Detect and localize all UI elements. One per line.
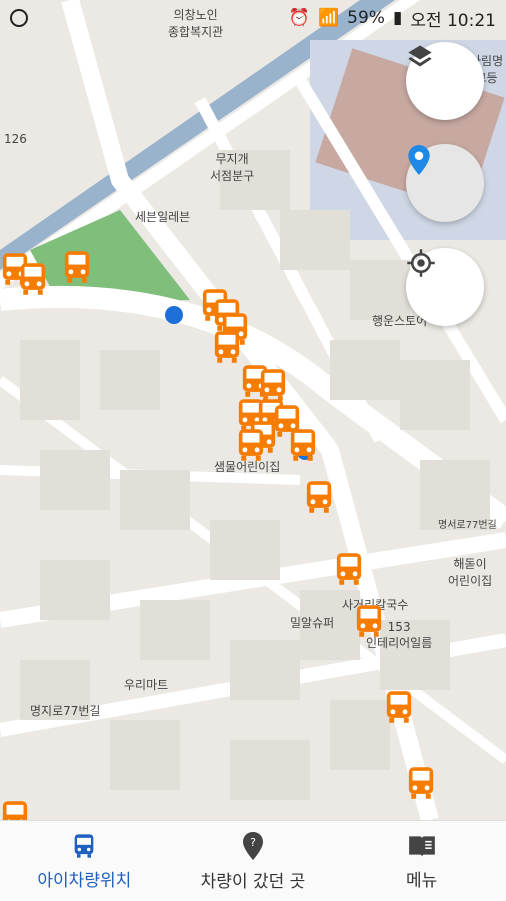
bus-marker-icon[interactable] bbox=[0, 800, 30, 820]
tab-menu[interactable]: 메뉴 bbox=[337, 821, 506, 901]
bus-marker-icon[interactable] bbox=[288, 428, 318, 462]
bus-icon bbox=[74, 833, 94, 858]
bus-marker-icon[interactable] bbox=[354, 604, 384, 638]
bus-marker-icon[interactable] bbox=[304, 480, 334, 514]
bus-marker-icon[interactable] bbox=[212, 330, 242, 364]
map-label-126: 126 bbox=[4, 132, 27, 146]
bus-marker-icon[interactable] bbox=[62, 250, 92, 284]
alarm-icon: ⏰ bbox=[288, 8, 310, 28]
tab-label: 아이차량위치 bbox=[37, 870, 132, 891]
location-pin-icon bbox=[408, 145, 430, 175]
tab-label: 차량이 갔던 곳 bbox=[200, 871, 306, 892]
map-label-seven-eleven: 세븐일레븐 bbox=[135, 210, 191, 224]
wifi-icon: 📶 bbox=[317, 8, 340, 28]
bus-marker-icon[interactable] bbox=[334, 552, 364, 586]
bus-marker-icon[interactable] bbox=[236, 428, 266, 462]
map-label-kindergarten2: 해돋이 어린이집 bbox=[448, 557, 493, 588]
crosshair-icon bbox=[407, 249, 435, 277]
status-bar: ⏰ 📶 59% ▮ 오전 10:21 bbox=[0, 0, 506, 36]
bottom-navigation: 아이차량위치 ? 차량이 갔던 곳 메뉴 bbox=[0, 820, 506, 901]
bus-marker-icon[interactable] bbox=[258, 368, 288, 402]
layers-button[interactable] bbox=[406, 42, 484, 120]
book-menu-icon bbox=[408, 835, 435, 857]
sync-icon bbox=[10, 9, 28, 27]
tab-label: 메뉴 bbox=[406, 870, 438, 891]
map-label-hall: 의창노인 종합복지관 bbox=[168, 8, 224, 39]
bus-marker-icon[interactable] bbox=[18, 262, 48, 296]
battery-icon: ▮ bbox=[392, 8, 403, 28]
svg-text:?: ? bbox=[250, 836, 256, 849]
location-pin-button[interactable] bbox=[406, 144, 484, 222]
map-label-road-2: 명서로77번길 bbox=[438, 520, 497, 531]
bus-marker-icon[interactable] bbox=[406, 766, 436, 800]
map-canvas[interactable]: ⏰ 📶 59% ▮ 오전 10:21 의창노인 종합복지관 무지개 서점분구 세… bbox=[0, 0, 506, 820]
place-marker-icon: ? bbox=[243, 831, 263, 860]
map-label-road-1: 명지로77번길 bbox=[30, 704, 101, 718]
map-label-mart1: 밀알슈퍼 bbox=[290, 616, 335, 630]
layers-icon bbox=[408, 45, 432, 67]
map-label-mart2: 우리마트 bbox=[124, 678, 169, 692]
tab-child-vehicle-location[interactable]: 아이차량위치 bbox=[0, 821, 169, 901]
battery-label: 59% bbox=[347, 8, 385, 28]
tab-vehicle-history[interactable]: ? 차량이 갔던 곳 bbox=[169, 821, 338, 901]
bus-marker-icon[interactable] bbox=[384, 690, 414, 724]
map-label-bookstore: 무지개 서점분구 bbox=[210, 152, 255, 183]
clock: 오전 10:21 bbox=[410, 10, 496, 31]
my-location-button[interactable] bbox=[406, 248, 484, 326]
